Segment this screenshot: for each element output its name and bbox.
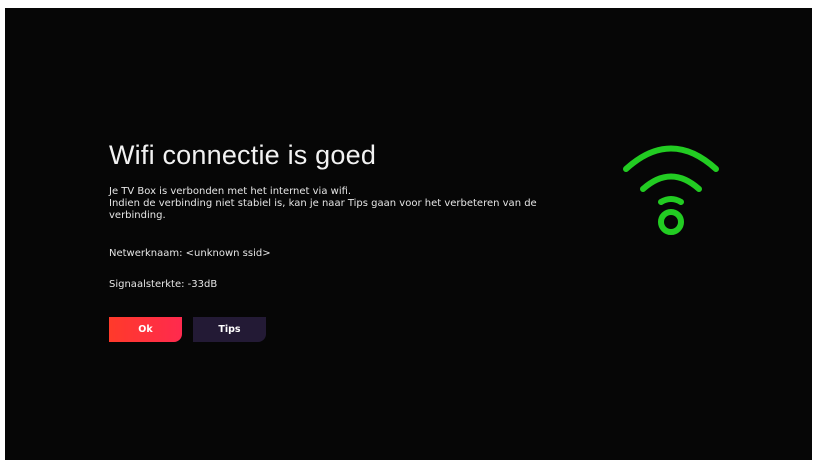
wifi-arc-middle [640, 173, 702, 192]
description-line: Je TV Box is verbonden met het internet … [109, 186, 352, 197]
tv-screen: Wifi connectie is goed Je TV Box is verb… [5, 8, 812, 460]
network-name: Netwerknaam: <unknown ssid> [109, 248, 271, 259]
signal-strength: Signaalsterkte: -33dB [109, 279, 218, 290]
description-line: verbinding. [109, 210, 166, 221]
description-line: Indien de verbinding niet stabiel is, ka… [109, 198, 537, 209]
connection-description: Je TV Box is verbonden met het internet … [109, 186, 579, 222]
ok-button[interactable]: Ok [109, 317, 182, 342]
wifi-dot [658, 209, 684, 235]
wifi-arc-outer [623, 145, 719, 172]
wifi-arc-inner [658, 196, 684, 205]
page-title: Wifi connectie is goed [109, 140, 377, 170]
wifi-icon [623, 145, 719, 235]
tips-button[interactable]: Tips [193, 317, 266, 342]
